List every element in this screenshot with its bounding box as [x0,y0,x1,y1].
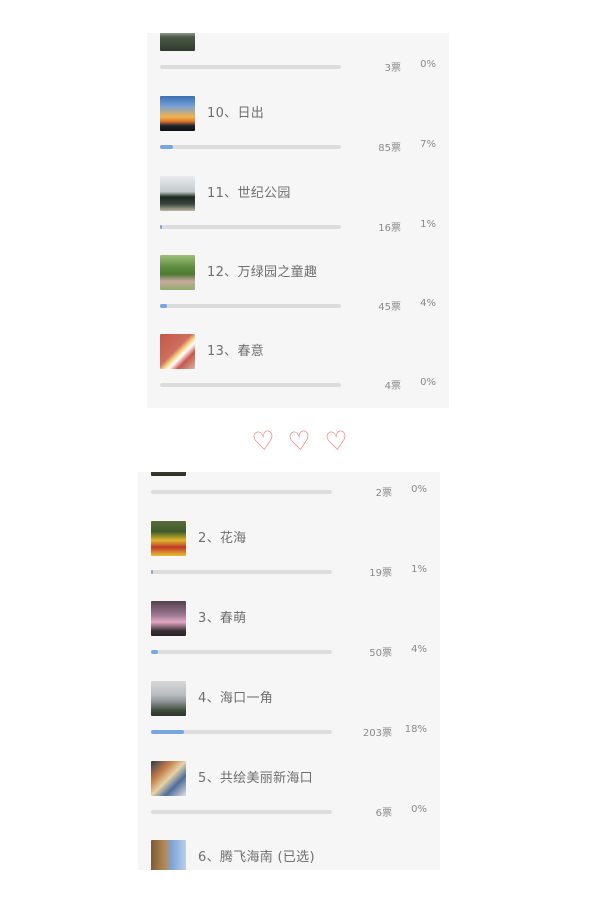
hearts-divider: ♡ ♡ ♡ [0,422,600,462]
vote-percent: 4% [411,644,427,655]
item-title[interactable]: 11、世纪公园 [207,182,291,201]
vote-bar [160,383,341,387]
vote-bar [151,570,332,574]
vote-count: 203票 [362,728,392,739]
vote-count: 16票 [378,223,401,234]
item-thumbnail[interactable] [151,681,186,716]
vote-count: 2票 [375,488,392,499]
vote-bar-fill [151,730,184,734]
vote-bar-fill [151,650,159,654]
vote-item[interactable]: 10、日出 85票 7% [147,96,449,176]
vote-bar-fill [160,304,168,308]
vote-count: 6票 [375,808,392,819]
vote-item[interactable]: 3、春萌 50票 4% [138,601,440,681]
item-thumbnail[interactable] [160,176,195,211]
item-thumbnail[interactable] [151,472,186,476]
vote-percent: 0% [420,59,436,70]
vote-percent: 4% [420,298,436,309]
vote-item[interactable]: 3票 0% [147,33,449,96]
vote-count: 45票 [378,302,401,313]
item-title[interactable]: 6、腾飞海南 (已选) [198,846,315,865]
item-thumbnail[interactable] [151,761,186,796]
vote-percent: 1% [411,564,427,575]
vote-item[interactable]: 5、共绘美丽新海口 6票 0% [138,761,440,841]
item-title[interactable]: 2、花海 [198,527,246,546]
item-title[interactable]: 10、日出 [207,102,264,121]
vote-percent: 1% [420,219,436,230]
vote-bar-fill [160,145,173,149]
vote-item[interactable]: 2票 0% [138,472,440,521]
vote-bar [160,304,341,308]
item-title[interactable]: 12、万绿园之童趣 [207,261,317,280]
vote-item[interactable]: 2、花海 19票 1% [138,521,440,601]
vote-bar [151,490,332,494]
vote-percent: 0% [411,804,427,815]
vote-list-panel-1: 3票 0% 10、日出 85票 7% 11、世纪公园 16票 1% 12、万绿园… [147,33,449,408]
item-thumbnail[interactable] [160,334,195,369]
item-thumbnail[interactable] [160,255,195,290]
vote-count: 19票 [369,568,392,579]
vote-percent: 0% [420,377,436,388]
item-thumbnail[interactable] [151,840,186,870]
vote-bar [151,730,332,734]
heart-icon: ♡ [323,425,350,459]
vote-count: 4票 [384,381,401,392]
vote-bar [160,145,341,149]
vote-item[interactable]: 12、万绿园之童趣 45票 4% [147,255,449,335]
vote-bar [151,810,332,814]
vote-percent: 0% [411,484,427,495]
vote-count: 3票 [384,63,401,74]
item-title[interactable]: 4、海口一角 [198,687,273,706]
vote-bar [160,225,341,229]
vote-count: 85票 [378,143,401,154]
vote-list-panel-2: 2票 0% 2、花海 19票 1% 3、春萌 50票 4% 4、海口一角 203… [138,472,440,870]
vote-item[interactable]: 6、腾飞海南 (已选) [138,840,440,870]
item-title[interactable]: 5、共绘美丽新海口 [198,767,313,786]
vote-bar-fill [151,570,153,574]
vote-bar [151,650,332,654]
vote-bar [160,65,341,69]
heart-icon: ♡ [286,425,314,459]
item-thumbnail[interactable] [160,96,195,131]
item-thumbnail[interactable] [151,521,186,556]
vote-item[interactable]: 4、海口一角 203票 18% [138,681,440,761]
heart-icon: ♡ [250,425,277,459]
vote-percent: 18% [404,724,427,735]
item-title[interactable]: 3、春萌 [198,607,246,626]
vote-item[interactable]: 13、春意 4票 0% [147,334,449,408]
item-thumbnail[interactable] [151,601,186,636]
vote-percent: 7% [420,139,436,150]
item-thumbnail[interactable] [160,33,195,51]
vote-count: 50票 [369,648,392,659]
vote-bar-fill [160,225,162,229]
vote-item[interactable]: 11、世纪公园 16票 1% [147,176,449,256]
item-title[interactable]: 13、春意 [207,340,264,359]
